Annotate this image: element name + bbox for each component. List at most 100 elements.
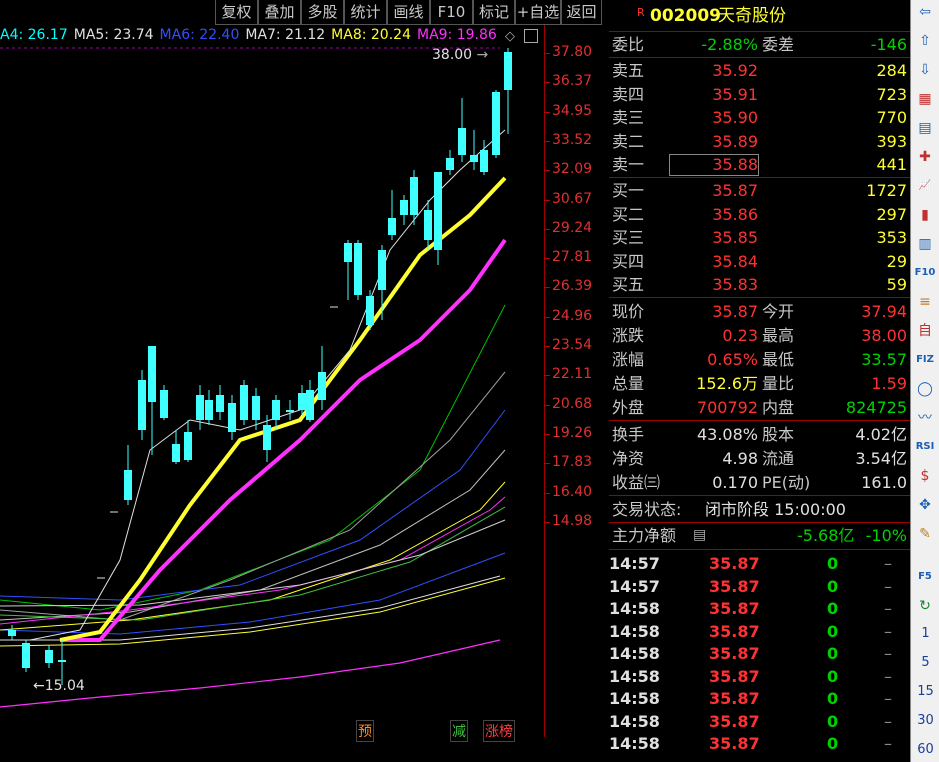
dollar-icon[interactable]: $ xyxy=(914,466,936,486)
quote-stat-row: 涨跌 0.23 最高 38.00 xyxy=(612,326,907,345)
tick-trade-row: 14:58 35.87 0– xyxy=(609,711,892,731)
note-icon[interactable]: ≡ xyxy=(914,292,936,312)
fiz-icon[interactable]: FIZ xyxy=(914,350,936,370)
candle-icon[interactable]: ▮ xyxy=(914,205,936,225)
stock-name: 天奇股份 xyxy=(718,6,786,26)
ma-legend-item: MA9: 19.86 xyxy=(416,27,497,43)
price-tick-mark xyxy=(544,170,550,172)
f10-icon[interactable]: F10 xyxy=(914,263,936,283)
price-tick-mark xyxy=(544,140,550,142)
period-button-30[interactable]: 30 xyxy=(911,713,939,728)
wave-icon[interactable]: 〰 xyxy=(914,408,936,428)
tick-trade-row: 14:57 35.87 0– xyxy=(609,554,892,573)
circle-icon[interactable]: ◯ xyxy=(914,379,936,399)
price-tick-mark xyxy=(544,287,550,289)
event-marker[interactable]: 涨榜 xyxy=(483,720,515,742)
f5-icon[interactable]: F5 xyxy=(914,567,936,587)
line-chart-icon[interactable]: 📈 xyxy=(914,176,936,196)
arrow-up-icon[interactable]: ⇧ xyxy=(914,31,936,51)
toolbar-button-3[interactable]: 统计 xyxy=(344,0,387,25)
candle-body xyxy=(216,395,224,412)
candle-body xyxy=(424,210,432,240)
price-tick-mark xyxy=(544,492,550,494)
ma-line xyxy=(0,506,506,621)
bid-row-2[interactable]: 买二 35.86 297 xyxy=(609,203,910,226)
candle-body xyxy=(240,385,248,420)
ask-row-1[interactable]: 卖一 35.88 441 xyxy=(609,153,910,176)
price-tick-label: 30.67 xyxy=(552,190,593,207)
candle-body xyxy=(252,396,260,420)
arrow-down-icon[interactable]: ⇩ xyxy=(914,60,936,80)
toolbar-button-0[interactable]: 复权 xyxy=(215,0,258,25)
toolbar-button-8[interactable]: 返回 xyxy=(561,0,602,25)
ask-row-3[interactable]: 卖三 35.90 770 xyxy=(609,106,910,129)
legend-diamond-icon[interactable]: ◇ xyxy=(505,29,515,44)
price-tick-mark xyxy=(544,404,550,406)
toolbar-button-7[interactable]: +自选 xyxy=(515,0,561,25)
price-tick-mark xyxy=(544,111,550,113)
price-tick-label: 19.26 xyxy=(552,424,593,441)
toolbar-button-2[interactable]: 多股 xyxy=(301,0,344,25)
right-tool-sidebar: ⇦ ⇧ ⇩ ▦ ▤ ✚ 📈 ▮ ▥ F10 ≡ 自 FIZ ◯ 〰 RSI $ ✥ ✎ F5 ↻ 1 5 15 30 60 xyxy=(910,0,939,762)
fund-menu-icon[interactable]: ▤ xyxy=(693,524,706,547)
quote-panel: R 002009 天奇股份 委比 -2.88% 委差 -146 卖五 35.92 2… xyxy=(609,0,910,762)
stock-flag: R xyxy=(637,6,645,19)
candle-body xyxy=(184,432,192,460)
candle-body xyxy=(228,403,236,432)
candle-body xyxy=(124,470,132,500)
toolbar-button-4[interactable]: 画线 xyxy=(387,0,430,25)
table-icon[interactable]: ▤ xyxy=(914,118,936,138)
event-marker[interactable]: 减 xyxy=(450,720,468,742)
self-icon[interactable]: 自 xyxy=(914,321,936,341)
ask-row-5[interactable]: 卖五 35.92 284 xyxy=(609,59,910,82)
main-fund-row[interactable]: 主力净额 ▤ -5.68亿 -10% xyxy=(609,524,910,547)
candle-body xyxy=(138,380,146,430)
event-marker[interactable]: 预 xyxy=(356,720,374,742)
candlestick-chart[interactable] xyxy=(0,45,545,745)
quote-stat-row: 现价 35.87 今开 37.94 xyxy=(612,302,907,321)
ma-line xyxy=(0,639,501,708)
price-tick-mark xyxy=(544,316,550,318)
flow-icon[interactable]: ▥ xyxy=(914,234,936,254)
ask-row-2[interactable]: 卖二 35.89 393 xyxy=(609,130,910,153)
period-button-1[interactable]: 1 xyxy=(911,626,939,641)
bid-row-3[interactable]: 买三 35.85 353 xyxy=(609,226,910,249)
sell1-highlight-box xyxy=(669,154,759,176)
low-price-annotation: ←15.04 xyxy=(33,678,85,694)
ask-row-4[interactable]: 卖四 35.91 723 xyxy=(609,83,910,106)
quote-stat-row: 涨幅 0.65% 最低 33.57 xyxy=(612,350,907,369)
bid-row-5[interactable]: 买五 35.83 59 xyxy=(609,273,910,296)
move-icon[interactable]: ✥ xyxy=(914,495,936,515)
cross-icon[interactable]: ✚ xyxy=(914,147,936,167)
legend-toggle-icon[interactable] xyxy=(524,29,538,43)
candle-body xyxy=(306,390,314,420)
period-button-15[interactable]: 15 xyxy=(911,684,939,699)
toolbar-button-1[interactable]: 叠加 xyxy=(258,0,301,25)
ma-line xyxy=(60,238,507,642)
toolbar-button-6[interactable]: 标记 xyxy=(473,0,515,25)
price-axis-line xyxy=(544,25,545,737)
period-button-60[interactable]: 60 xyxy=(911,742,939,757)
bid-row-4[interactable]: 买四 35.84 29 xyxy=(609,250,910,273)
pen-icon[interactable]: ✎ xyxy=(914,524,936,544)
price-tick-label: 14.98 xyxy=(552,512,593,529)
candle-body xyxy=(263,425,271,450)
candle-body xyxy=(160,390,168,418)
refresh-icon[interactable]: ↻ xyxy=(914,596,936,616)
candle-body xyxy=(148,346,156,402)
candle-body xyxy=(272,400,280,420)
rsi-icon[interactable]: RSI xyxy=(914,437,936,457)
toolbar-button-5[interactable]: F10 xyxy=(430,0,473,25)
grid-icon[interactable]: ▦ xyxy=(914,89,936,109)
candle-body xyxy=(58,660,66,662)
ma-line xyxy=(0,496,506,625)
bid-row-1[interactable]: 买一 35.87 1727 xyxy=(609,179,910,202)
ma-legend-item: A4: 26.17 xyxy=(0,27,68,43)
price-tick-mark xyxy=(544,463,550,465)
candle-body xyxy=(286,410,294,412)
price-tick-label: 22.11 xyxy=(552,366,593,383)
arrow-left-icon[interactable]: ⇦ xyxy=(914,2,936,22)
price-tick-mark xyxy=(544,82,550,84)
price-tick-label: 37.80 xyxy=(552,44,593,60)
period-button-5[interactable]: 5 xyxy=(911,655,939,670)
